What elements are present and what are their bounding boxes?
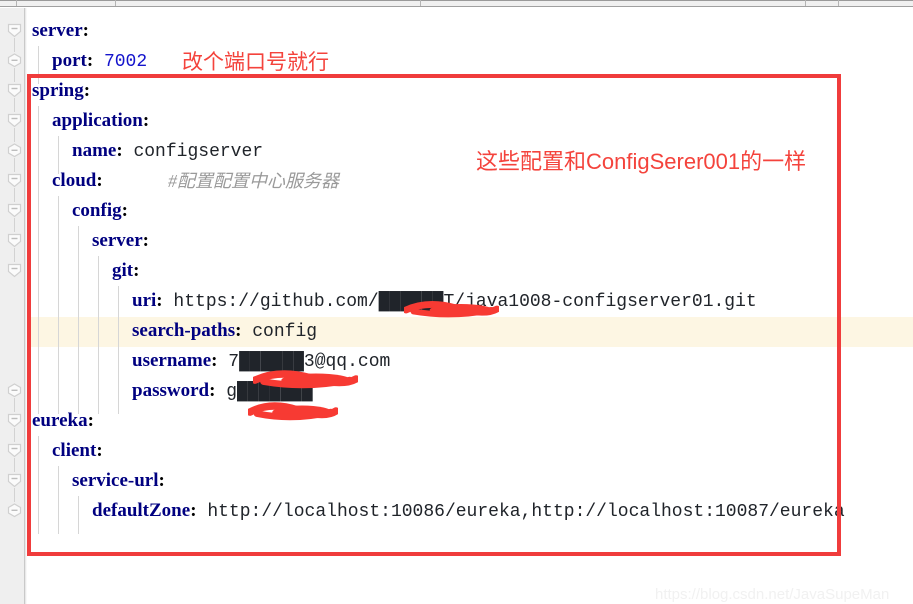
yaml-colon: : [142, 230, 149, 251]
yaml-key: username [132, 350, 212, 371]
code-line[interactable]: eureka: [0, 406, 913, 436]
yaml-colon: : [121, 200, 128, 221]
code-line[interactable]: username: 7██████3@qq.com [0, 346, 913, 376]
code-line[interactable]: search-paths: config [0, 316, 913, 346]
yaml-value: configserver [122, 142, 264, 162]
yaml-colon: : [158, 470, 165, 491]
yaml-comment: #配置配置中心服务器 [168, 171, 339, 191]
yaml-colon: : [96, 170, 103, 191]
yaml-key: server [32, 20, 83, 41]
yaml-key: git [112, 260, 134, 281]
toolbar-separator [838, 0, 839, 6]
yaml-key: defaultZone [92, 500, 191, 521]
yaml-key: eureka [32, 410, 88, 431]
yaml-key: search-paths [132, 320, 236, 341]
yaml-colon: : [142, 110, 150, 131]
code-line[interactable]: client: [0, 436, 913, 466]
code-line[interactable]: service-url: [0, 466, 913, 496]
toolbar-separator [420, 0, 421, 6]
yaml-key: server [92, 230, 143, 251]
annotation-port-note: 改个端口号就行 [182, 51, 329, 74]
code-line[interactable]: port: 7002 [0, 46, 913, 76]
annotation-config-note: 这些配置和ConfigSerer001的一样 [476, 149, 807, 174]
redaction-scribble-password [246, 400, 340, 422]
toolbar-strip [0, 0, 913, 7]
watermark: https://blog.csdn.net/JavaSupeMan [655, 586, 890, 603]
code-editor[interactable]: server: port: 7002 spring: application: name… [0, 8, 913, 604]
toolbar-top-border [0, 0, 913, 1]
yaml-key: port [52, 50, 87, 71]
yaml-colon: : [96, 440, 103, 461]
yaml-key: cloud [52, 170, 97, 191]
yaml-colon: : [83, 80, 91, 101]
code-line[interactable]: spring: [0, 76, 913, 106]
toolbar-separator [16, 0, 17, 6]
code-line[interactable]: git: [0, 256, 913, 286]
toolbar-separator [805, 0, 806, 6]
code-line[interactable]: config: [0, 196, 913, 226]
yaml-key: spring [32, 80, 84, 101]
code-line[interactable]: password: g███████ [0, 376, 913, 406]
toolbar-separator [115, 0, 116, 6]
yaml-key: config [72, 200, 122, 221]
code-line[interactable]: defaultZone: http://localhost:10086/eure… [0, 496, 913, 526]
redaction-scribble-username [251, 368, 360, 390]
yaml-colon: : [82, 20, 89, 41]
yaml-key: service-url [72, 470, 159, 491]
yaml-key: client [52, 440, 97, 461]
yaml-key: application [52, 110, 143, 131]
redaction-scribble-uri [402, 299, 501, 319]
code-line[interactable]: server: [0, 226, 913, 256]
yaml-value: 7002 [93, 52, 148, 72]
yaml-value: config [241, 322, 318, 342]
yaml-key: name [72, 140, 117, 161]
yaml-colon: : [87, 410, 94, 431]
code-line[interactable]: application: [0, 106, 913, 136]
yaml-key: uri [132, 290, 157, 311]
yaml-key: password [132, 380, 210, 401]
yaml-colon: : [133, 260, 140, 281]
yaml-value: http://localhost:10086/eureka,http://loc… [196, 502, 845, 522]
code-line[interactable]: server: [0, 16, 913, 46]
